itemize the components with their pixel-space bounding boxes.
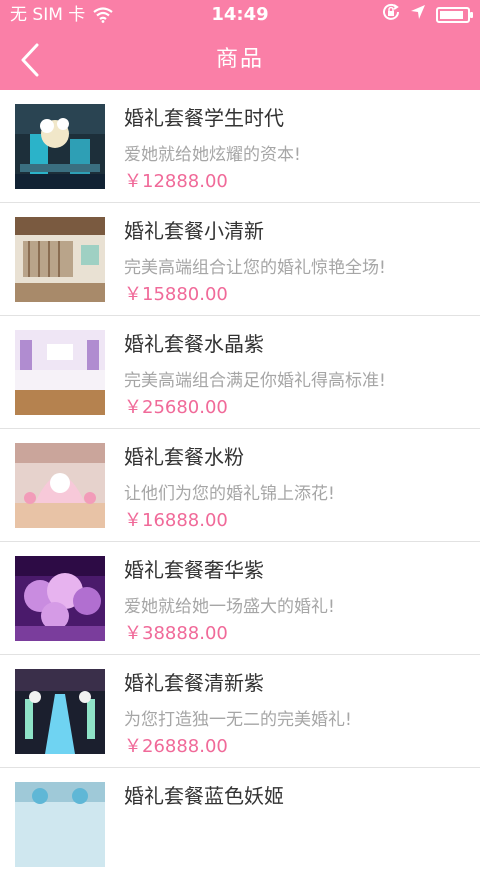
product-item[interactable]: 婚礼套餐奢华紫 爱她就给她一场盛大的婚礼! ￥38888.00 bbox=[0, 542, 480, 655]
status-right bbox=[382, 0, 473, 23]
product-thumbnail bbox=[15, 443, 105, 528]
product-title: 婚礼套餐清新紫 bbox=[124, 671, 264, 695]
product-price: ￥25680.00 bbox=[124, 397, 228, 418]
battery-fill bbox=[440, 11, 463, 19]
product-price: ￥12888.00 bbox=[124, 171, 228, 192]
product-price: ￥16888.00 bbox=[124, 510, 228, 531]
product-price: ￥15880.00 bbox=[124, 284, 228, 305]
product-item[interactable]: 婚礼套餐小清新 完美高端组合让您的婚礼惊艳全场! ￥15880.00 bbox=[0, 203, 480, 316]
product-title: 婚礼套餐水晶紫 bbox=[124, 332, 264, 356]
product-item[interactable]: 婚礼套餐学生时代 爱她就给她炫耀的资本! ￥12888.00 bbox=[0, 90, 480, 203]
battery-icon bbox=[436, 7, 473, 23]
product-description: 让他们为您的婚礼锦上添花! bbox=[124, 484, 335, 504]
product-thumbnail bbox=[15, 782, 105, 867]
product-item[interactable]: 婚礼套餐清新紫 为您打造独一无二的完美婚礼! ￥26888.00 bbox=[0, 655, 480, 768]
product-description: 爱她就给她炫耀的资本! bbox=[124, 145, 301, 165]
product-description: 为您打造独一无二的完美婚礼! bbox=[124, 710, 352, 730]
product-thumbnail bbox=[15, 669, 105, 754]
product-item[interactable]: 婚礼套餐水粉 让他们为您的婚礼锦上添花! ￥16888.00 bbox=[0, 429, 480, 542]
product-title: 婚礼套餐学生时代 bbox=[124, 106, 284, 130]
product-price: ￥38888.00 bbox=[124, 623, 228, 644]
nav-bar: 商品 bbox=[0, 30, 480, 90]
product-description: 爱她就给她一场盛大的婚礼! bbox=[124, 597, 335, 617]
product-item[interactable]: 婚礼套餐蓝色妖姬 bbox=[0, 768, 480, 881]
product-description: 完美高端组合让您的婚礼惊艳全场! bbox=[124, 258, 386, 278]
product-price: ￥26888.00 bbox=[124, 736, 228, 757]
product-thumbnail bbox=[15, 217, 105, 302]
product-thumbnail bbox=[15, 556, 105, 641]
product-description: 完美高端组合满足你婚礼得高标准! bbox=[124, 371, 386, 391]
product-title: 婚礼套餐小清新 bbox=[124, 219, 264, 243]
product-title: 婚礼套餐奢华紫 bbox=[124, 558, 264, 582]
location-arrow-icon bbox=[410, 4, 426, 20]
product-thumbnail bbox=[15, 104, 105, 189]
product-item[interactable]: 婚礼套餐水晶紫 完美高端组合满足你婚礼得高标准! ￥25680.00 bbox=[0, 316, 480, 429]
status-bar: 无 SIM 卡 14:49 bbox=[0, 0, 480, 30]
product-list: 婚礼套餐学生时代 爱她就给她炫耀的资本! ￥12888.00 婚礼套餐小清新 完… bbox=[0, 90, 480, 881]
app-header: 无 SIM 卡 14:49 商品 bbox=[0, 0, 480, 90]
rotation-lock-icon bbox=[382, 3, 400, 21]
page-title: 商品 bbox=[215, 47, 264, 72]
product-thumbnail bbox=[15, 330, 105, 415]
product-title: 婚礼套餐蓝色妖姬 bbox=[124, 784, 284, 808]
product-title: 婚礼套餐水粉 bbox=[124, 445, 244, 469]
